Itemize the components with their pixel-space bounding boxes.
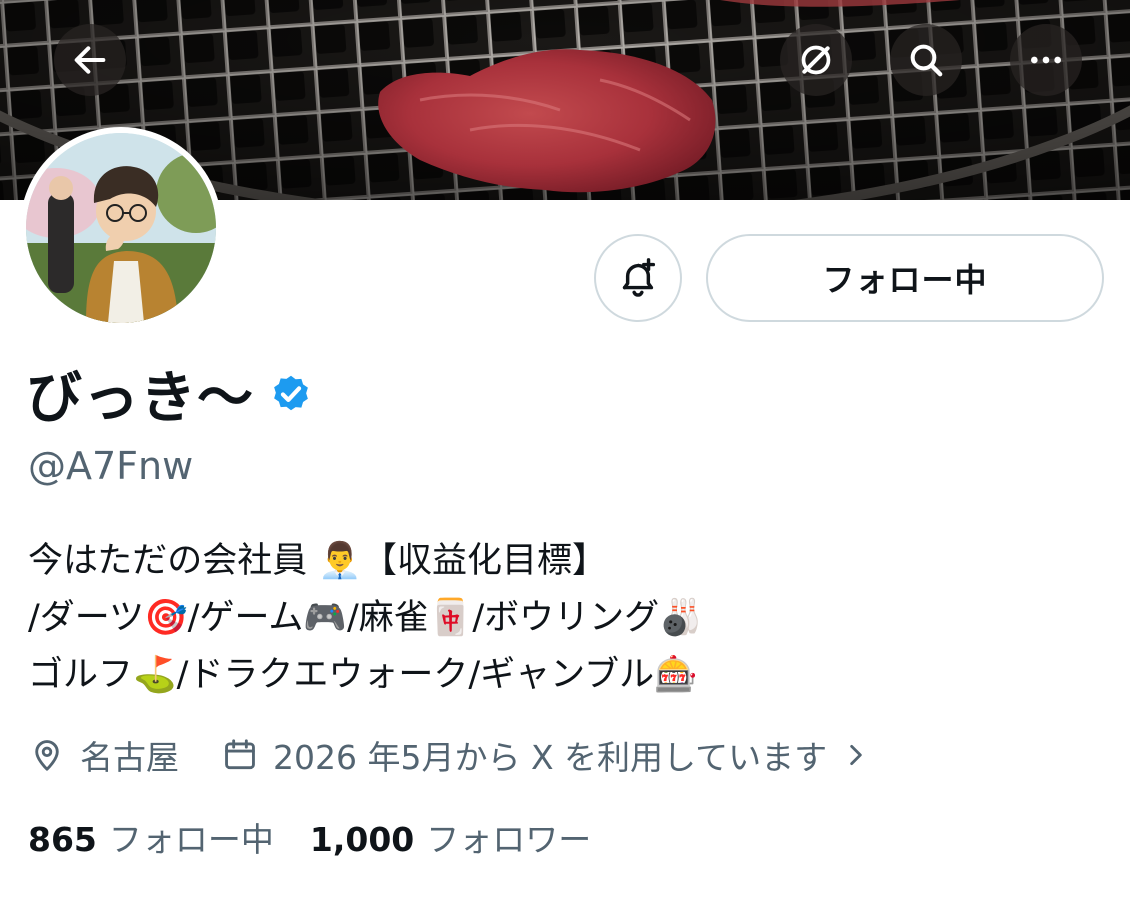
followers-count: 1,000 bbox=[309, 820, 415, 859]
avatar[interactable] bbox=[20, 127, 222, 329]
search-button[interactable] bbox=[890, 24, 962, 96]
avatar-image bbox=[26, 133, 216, 323]
bell-plus-icon bbox=[622, 258, 656, 297]
notification-subscribe-button[interactable] bbox=[594, 234, 682, 322]
chevron-right-icon bbox=[850, 744, 862, 766]
location: 名古屋 bbox=[28, 731, 179, 779]
arrow-left-icon bbox=[74, 46, 106, 74]
bio-line: 今はただの会社員 👨‍💼【収益化目標】 bbox=[28, 541, 608, 581]
more-button[interactable] bbox=[1010, 24, 1082, 96]
display-name-row: びっき〜 bbox=[26, 358, 314, 431]
search-icon bbox=[910, 44, 943, 77]
bio-line: ゴルフ⛳/ドラクエウォーク/ギャンブル🎰 bbox=[28, 655, 698, 695]
user-handle: @A7Fnw bbox=[28, 444, 194, 488]
following-label: フォロー中 bbox=[108, 820, 274, 859]
grok-button[interactable] bbox=[780, 24, 852, 96]
following-count: 865 bbox=[28, 820, 97, 859]
grok-icon bbox=[801, 45, 831, 75]
display-name: びっき〜 bbox=[26, 365, 254, 431]
followers-stat[interactable]: 1,000 フォロワー bbox=[310, 813, 591, 861]
calendar-icon bbox=[225, 739, 255, 770]
verified-badge-icon[interactable] bbox=[268, 370, 314, 416]
more-horizontal-icon bbox=[1031, 56, 1061, 64]
following-stat[interactable]: 865 フォロー中 bbox=[28, 813, 274, 861]
followers-label: フォロワー bbox=[426, 820, 592, 859]
bio: 今はただの会社員 👨‍💼【収益化目標】 /ダーツ🎯/ゲーム🎮/麻雀🀄/ボウリング… bbox=[28, 533, 703, 704]
location-pin-icon bbox=[35, 740, 59, 771]
back-button[interactable] bbox=[54, 24, 126, 96]
profile-meta: 名古屋 2026 年5月から X を利用しています bbox=[28, 730, 883, 780]
location-text: 名古屋 bbox=[80, 738, 179, 777]
bio-line: /ダーツ🎯/ゲーム🎮/麻雀🀄/ボウリング🎳 bbox=[28, 598, 703, 638]
follow-stats: 865 フォロー中 1,000 フォロワー bbox=[28, 812, 627, 862]
join-date[interactable]: 2026 年5月から X を利用しています bbox=[221, 731, 883, 779]
following-button[interactable]: フォロー中 bbox=[706, 234, 1104, 322]
join-date-text: 2026 年5月から X を利用しています bbox=[273, 738, 828, 777]
